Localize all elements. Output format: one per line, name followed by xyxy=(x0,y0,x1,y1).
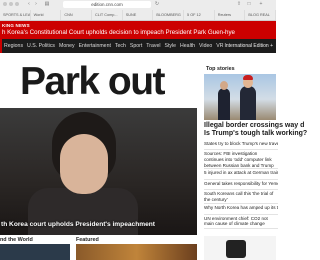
minimize-window-icon[interactable] xyxy=(9,2,13,6)
nav-item-entertainment[interactable]: Entertainment xyxy=(79,39,111,53)
main-nav: Regions U.S. Politics Money Entertainmen… xyxy=(0,39,276,53)
story-link[interactable]: Sources: FBI investigation continues int… xyxy=(204,150,278,170)
photo-figure-head xyxy=(220,81,228,90)
story-link[interactable]: South Koreans call this 'the trial of th… xyxy=(204,190,278,205)
bookmark-item[interactable]: World xyxy=(31,10,62,20)
bookmark-item[interactable]: BLOG REAL xyxy=(245,10,277,20)
bookmark-item[interactable]: 5 OF 12 xyxy=(184,10,215,20)
top-stories-list: States try to block Trump's new travel S… xyxy=(204,140,278,229)
new-tab-icon[interactable]: + xyxy=(258,1,264,7)
tabs-icon[interactable]: □ xyxy=(246,1,252,7)
address-bar[interactable]: edition.cnn.com xyxy=(63,1,151,8)
back-icon[interactable]: ‹ xyxy=(26,1,32,7)
world-thumbnail[interactable] xyxy=(0,244,70,260)
share-icon[interactable]: ⇧ xyxy=(236,1,242,7)
cnn-logo[interactable] xyxy=(0,39,2,53)
camera-icon xyxy=(226,240,246,258)
reload-icon[interactable]: ↻ xyxy=(154,1,160,7)
story-link[interactable]: Why North Korea has amped up its tests xyxy=(204,204,278,215)
nav-items: Regions U.S. Politics Money Entertainmen… xyxy=(4,39,223,53)
photo-figure xyxy=(218,88,230,120)
hero-caption[interactable]: th Korea court upholds President's impea… xyxy=(1,221,155,228)
edition-selector[interactable]: International Edition + xyxy=(224,39,273,53)
nav-item-video[interactable]: Video xyxy=(199,39,212,53)
video-thumbnail[interactable] xyxy=(204,236,276,260)
story-link[interactable]: General takes responsibility for Yemen xyxy=(204,180,278,191)
url-row: ‹ › ▤ edition.cnn.com ↻ ⇧ □ + xyxy=(0,0,276,9)
close-window-icon[interactable] xyxy=(3,2,7,6)
breaking-news-banner[interactable]: KING NEWS h Korea's Constitutional Court… xyxy=(0,21,276,39)
nav-item-tech[interactable]: Tech xyxy=(115,39,126,53)
nav-item-money[interactable]: Money xyxy=(59,39,75,53)
section-title-featured[interactable]: Featured xyxy=(76,237,99,243)
nav-item-travel[interactable]: Travel xyxy=(146,39,160,53)
nav-item-regions[interactable]: Regions xyxy=(4,39,23,53)
breaking-news-text[interactable]: h Korea's Constitutional Court upholds d… xyxy=(2,29,235,36)
maximize-window-icon[interactable] xyxy=(15,2,19,6)
story-link[interactable]: 5 injured in ax attack at German train xyxy=(204,169,278,180)
main-headline[interactable]: Park out xyxy=(20,62,166,102)
bookmark-item[interactable]: SUNE xyxy=(123,10,154,20)
top-story-photo[interactable] xyxy=(204,74,276,120)
story-link[interactable]: States try to block Trump's new travel xyxy=(204,140,278,151)
forward-icon[interactable]: › xyxy=(33,1,39,7)
bookmark-item[interactable]: CLIT Comp... xyxy=(92,10,123,20)
nav-item-health[interactable]: Health xyxy=(180,39,195,53)
nav-item-vr[interactable]: VR xyxy=(216,39,223,53)
top-story-headline-line: Is Trump's tough talk working? xyxy=(204,130,308,137)
sidebar-icon[interactable]: ▤ xyxy=(44,1,50,7)
browser-toolbar: ‹ › ▤ edition.cnn.com ↻ ⇧ □ + SPORTS & L… xyxy=(0,0,277,21)
photo-figure xyxy=(240,86,256,120)
top-stories-title: Top stories xyxy=(206,66,235,72)
nav-item-style[interactable]: Style xyxy=(165,39,177,53)
hero-image[interactable]: th Korea court upholds President's impea… xyxy=(0,108,197,235)
nav-item-sport[interactable]: Sport xyxy=(130,39,142,53)
story-link[interactable]: UN environment chief: CO2 not main cause… xyxy=(204,215,278,229)
bookmark-item[interactable]: CNN xyxy=(61,10,93,20)
featured-thumbnail[interactable] xyxy=(76,244,197,260)
nav-item-us-politics[interactable]: U.S. Politics xyxy=(27,39,55,53)
bookmark-item[interactable]: Reuters xyxy=(215,10,246,20)
top-story-headline-line: Illegal border crossings way d xyxy=(204,122,305,129)
bookmark-item[interactable]: BLOOMBERG xyxy=(153,10,185,20)
section-title-world[interactable]: nd the World xyxy=(0,237,33,243)
bookmark-item[interactable]: SPORTS & LEARN xyxy=(0,10,31,20)
hero-figure-face xyxy=(60,134,108,194)
breaking-news-tag: KING NEWS xyxy=(2,23,30,28)
red-cap xyxy=(243,75,253,80)
bookmarks-bar: SPORTS & LEARN World CNN CLIT Comp... SU… xyxy=(0,10,277,20)
top-story-headline[interactable]: Illegal border crossings way d Is Trump'… xyxy=(204,122,308,138)
